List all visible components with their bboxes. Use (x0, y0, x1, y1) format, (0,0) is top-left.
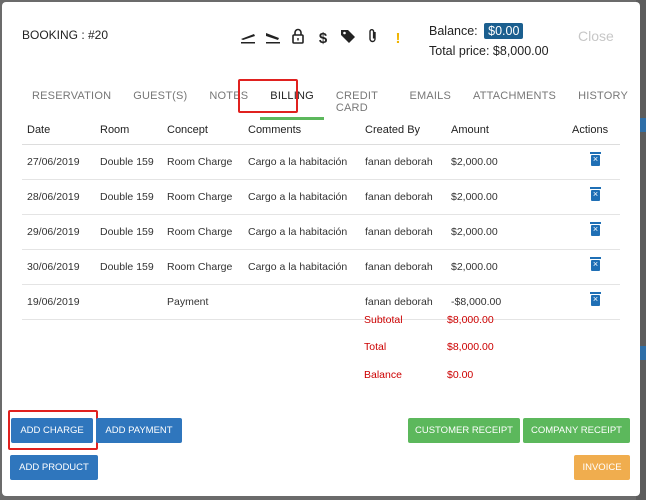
tab-notes[interactable]: NOTES (199, 84, 258, 120)
backdrop-accent (640, 346, 646, 360)
billing-table: Date Room Concept Comments Created By Am… (22, 116, 620, 320)
cell-room: Double 159 (99, 179, 166, 215)
column-header-comments: Comments (247, 116, 364, 145)
airplane-arrival-icon[interactable] (265, 28, 281, 49)
booking-modal: BOOKING : #20 $ ! Balance: $0.00 Total p… (2, 2, 640, 496)
exclamation-icon[interactable]: ! (390, 30, 406, 48)
tab-credit-card[interactable]: CREDIT CARD (326, 84, 398, 120)
cell-date: 19/06/2019 (22, 284, 99, 320)
delete-icon[interactable] (590, 222, 601, 236)
add-payment-button[interactable]: ADD PAYMENT (96, 418, 182, 443)
total-label: Total (364, 341, 387, 353)
cell-room: Double 159 (99, 144, 166, 180)
cell-amount: $2,000.00 (450, 179, 571, 215)
cell-concept: Room Charge (166, 214, 247, 250)
cell-date: 29/06/2019 (22, 214, 99, 250)
cell-amount: $2,000.00 (450, 249, 571, 285)
column-header-created-by: Created By (364, 116, 450, 145)
cell-concept: Room Charge (166, 179, 247, 215)
cell-concept: Room Charge (166, 144, 247, 180)
cell-comments: Cargo a la habitación (247, 249, 364, 285)
delete-icon[interactable] (590, 292, 601, 306)
cell-comments: Cargo a la habitación (247, 179, 364, 215)
cell-date: 30/06/2019 (22, 249, 99, 285)
cell-created-by: fanan deborah (364, 249, 450, 285)
balance-label: Balance: (429, 24, 478, 38)
company-receipt-button[interactable]: COMPANY RECEIPT (523, 418, 630, 443)
tags-icon[interactable] (340, 28, 356, 49)
backdrop-accent (640, 118, 646, 132)
tab-attachments[interactable]: ATTACHMENTS (463, 84, 566, 120)
tab-reservation[interactable]: RESERVATION (22, 84, 121, 120)
cell-created-by: fanan deborah (364, 214, 450, 250)
cell-created-by: fanan deborah (364, 144, 450, 180)
cell-comments (247, 284, 364, 320)
booking-action-icons: $ ! (240, 28, 406, 49)
cell-actions (571, 144, 620, 180)
cell-actions (571, 179, 620, 215)
subtotal-label: Subtotal (364, 314, 403, 326)
total-value: $8,000.00 (447, 341, 494, 353)
delete-icon[interactable] (590, 187, 601, 201)
invoice-button[interactable]: INVOICE (574, 455, 630, 480)
cell-comments: Cargo a la habitación (247, 144, 364, 180)
paperclip-icon[interactable] (365, 28, 381, 49)
cell-room: Double 159 (99, 214, 166, 250)
cell-room: Double 159 (99, 249, 166, 285)
balance-indicator: Balance: $0.00 (429, 23, 524, 39)
column-header-actions: Actions (571, 116, 620, 145)
cell-date: 28/06/2019 (22, 179, 99, 215)
tab-guests[interactable]: GUEST(S) (123, 84, 197, 120)
subtotal-value: $8,000.00 (447, 314, 494, 326)
table-row: 29/06/2019 Double 159 Room Charge Cargo … (22, 214, 620, 250)
table-row: 27/06/2019 Double 159 Room Charge Cargo … (22, 144, 620, 180)
delete-icon[interactable] (590, 257, 601, 271)
cell-comments: Cargo a la habitación (247, 214, 364, 250)
tab-history[interactable]: HISTORY (568, 84, 638, 120)
tab-emails[interactable]: EMAILS (399, 84, 461, 120)
cell-concept: Payment (166, 284, 247, 320)
airplane-departure-icon[interactable] (240, 28, 256, 49)
cell-actions (571, 284, 620, 320)
delete-icon[interactable] (590, 152, 601, 166)
close-button[interactable]: Close (578, 28, 614, 44)
table-row: 19/06/2019 Payment fanan deborah -$8,000… (22, 284, 620, 320)
customer-receipt-button[interactable]: CUSTOMER RECEIPT (408, 418, 520, 443)
dollar-icon[interactable]: $ (315, 30, 331, 48)
balance-summary-value: $0.00 (447, 369, 474, 381)
add-charge-button[interactable]: ADD CHARGE (11, 418, 93, 443)
cell-amount: $2,000.00 (450, 144, 571, 180)
cell-date: 27/06/2019 (22, 144, 99, 180)
cell-room (99, 284, 166, 320)
cell-concept: Room Charge (166, 249, 247, 285)
column-header-concept: Concept (166, 116, 247, 145)
table-header-row: Date Room Concept Comments Created By Am… (22, 116, 620, 145)
booking-tabs: RESERVATION GUEST(S) NOTES BILLING CREDI… (22, 84, 640, 120)
column-header-room: Room (99, 116, 166, 145)
table-row: 30/06/2019 Double 159 Room Charge Cargo … (22, 249, 620, 285)
column-header-date: Date (22, 116, 99, 145)
cell-created-by: fanan deborah (364, 179, 450, 215)
cell-actions (571, 214, 620, 250)
cell-actions (571, 249, 620, 285)
tab-billing[interactable]: BILLING (260, 84, 324, 120)
cell-amount: $2,000.00 (450, 214, 571, 250)
balance-badge: $0.00 (484, 23, 524, 39)
column-header-amount: Amount (450, 116, 571, 145)
lock-icon[interactable] (290, 28, 306, 49)
total-price: Total price: $8,000.00 (429, 44, 549, 58)
balance-summary-label: Balance (364, 369, 402, 381)
add-product-button[interactable]: ADD PRODUCT (10, 455, 98, 480)
booking-title: BOOKING : #20 (22, 28, 109, 42)
table-row: 28/06/2019 Double 159 Room Charge Cargo … (22, 179, 620, 215)
